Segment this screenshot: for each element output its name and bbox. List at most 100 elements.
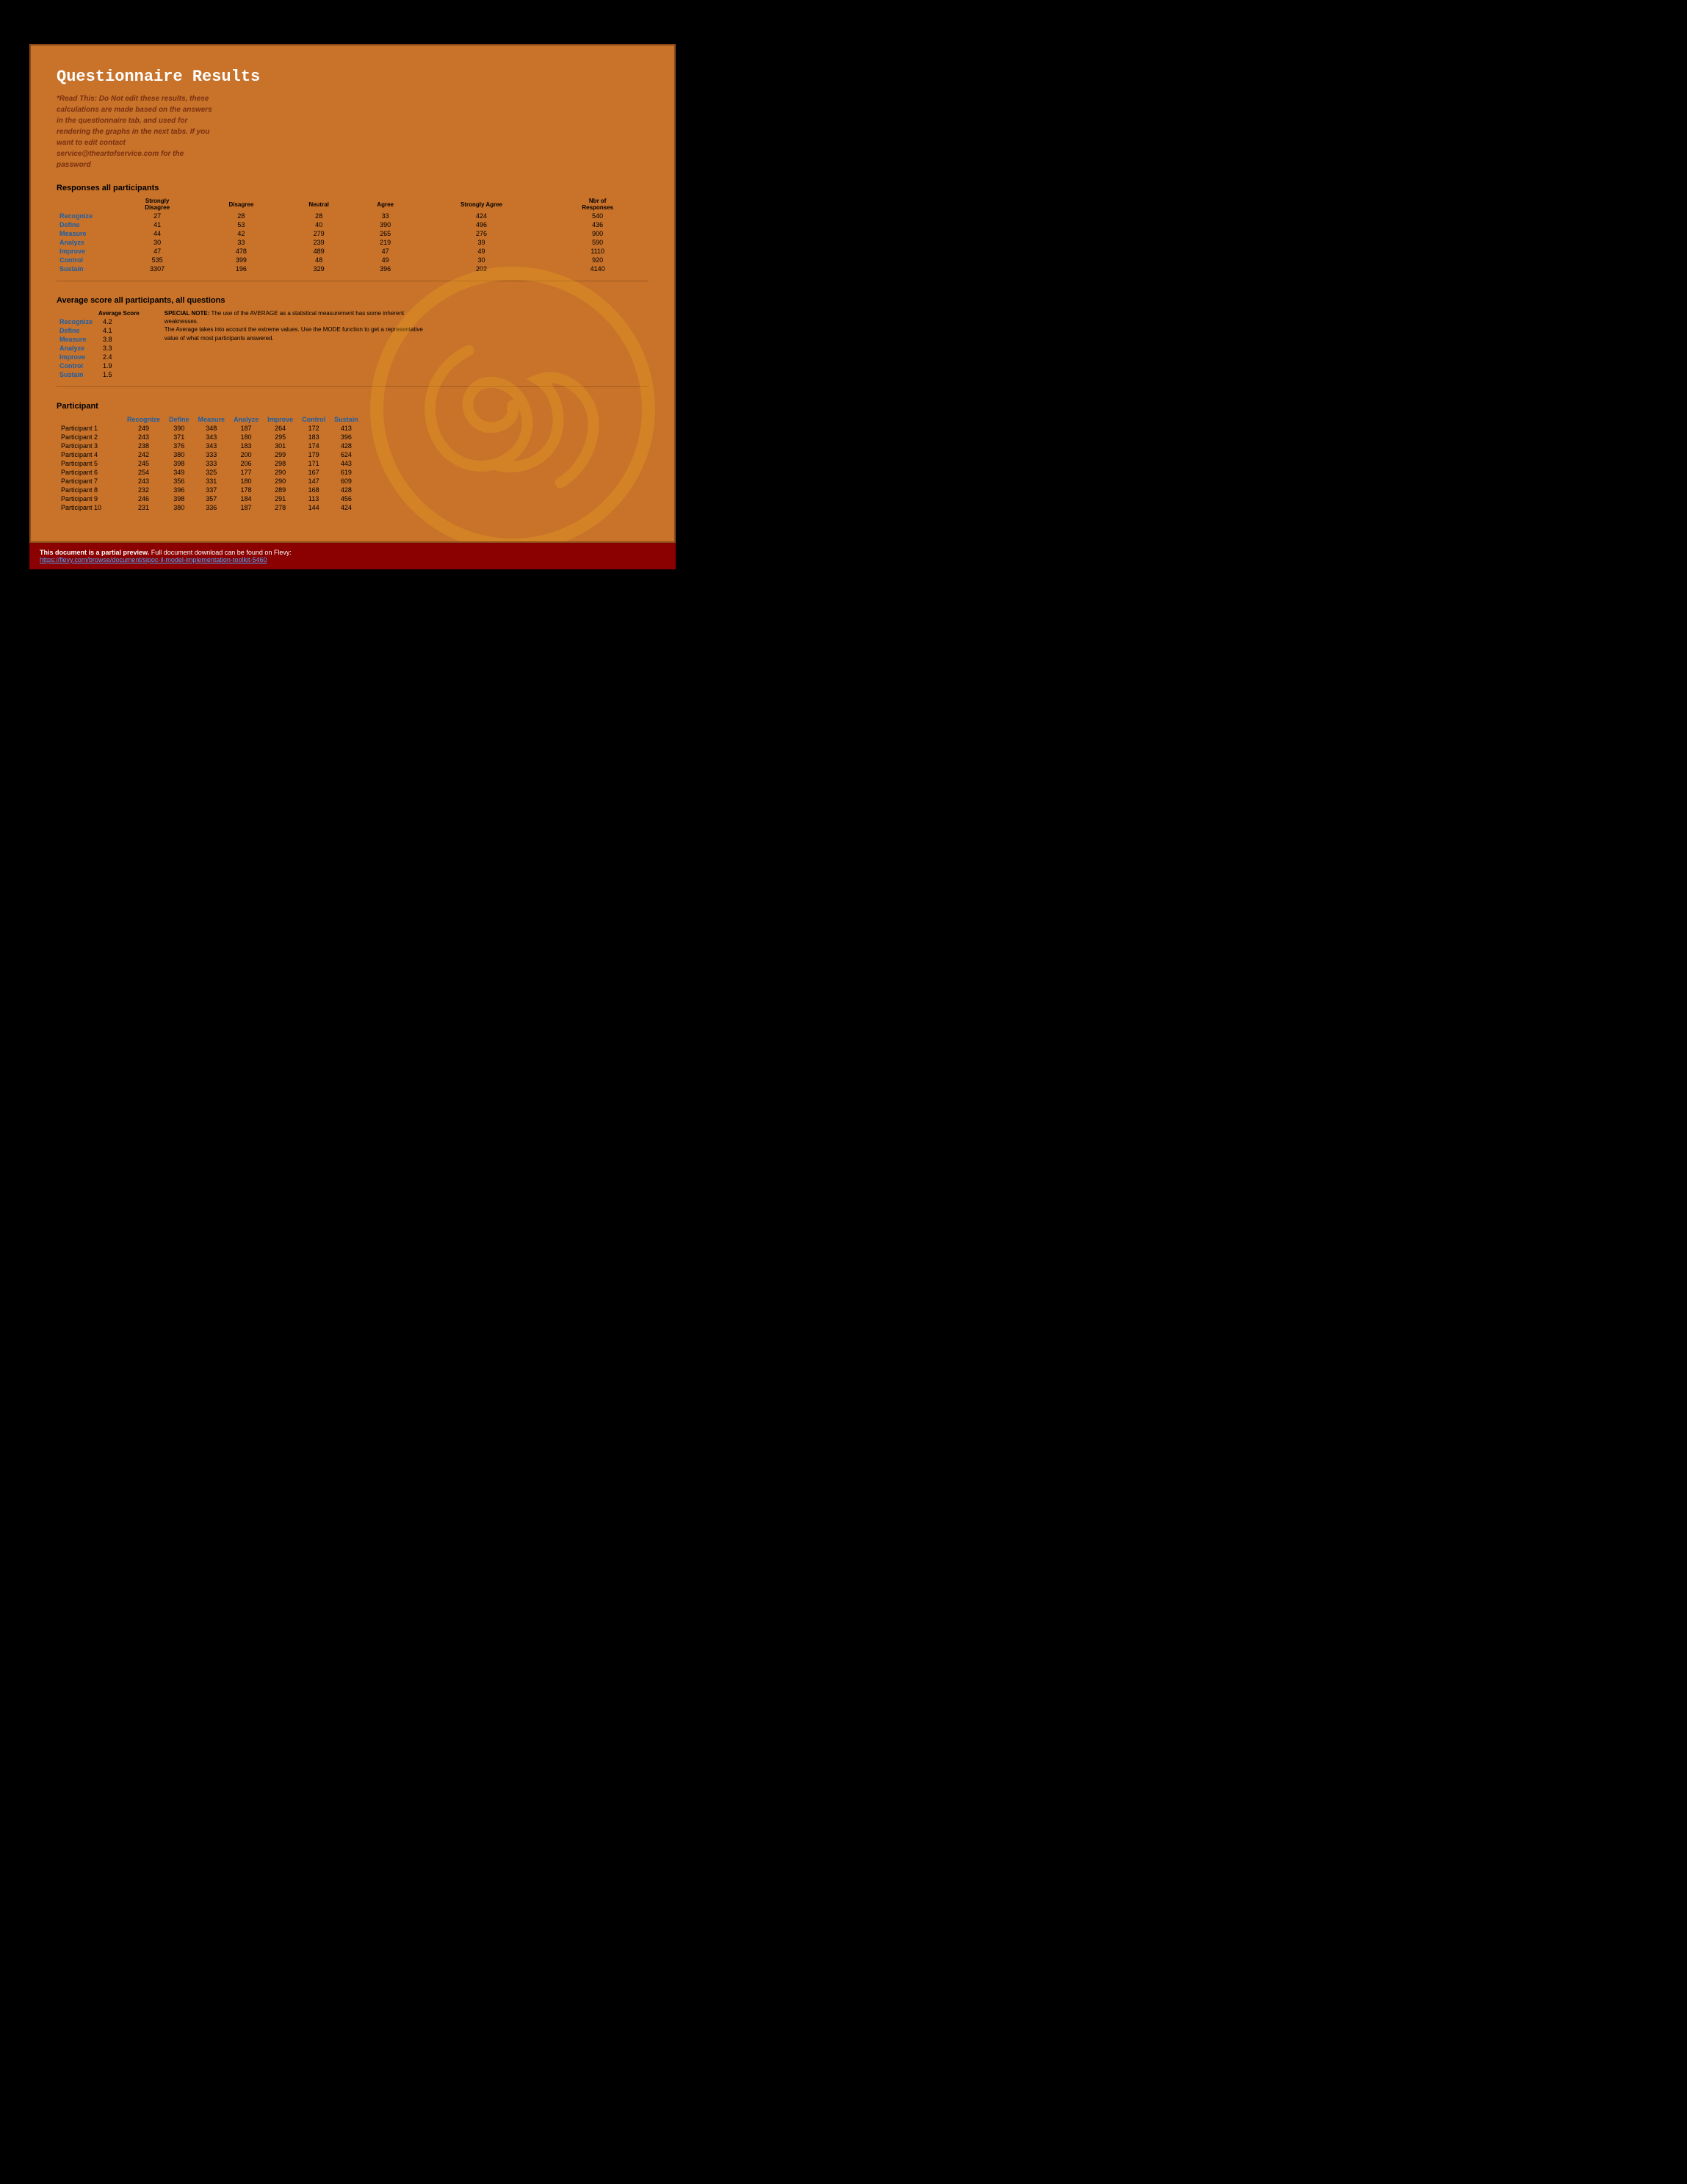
avg-row-label[interactable]: Improve [57,353,95,361]
responses-row-sd: 47 [115,247,199,256]
responses-row-n: 329 [283,264,355,273]
participant-section: Participant Recognize Define Measure Ana… [57,402,649,512]
participant-row-imp: 290 [263,468,297,477]
participant-row-name: Participant 7 [57,477,123,486]
participant-row-imp: 301 [263,442,297,450]
table-row: Participant 2 243 371 343 180 295 183 39… [57,433,363,442]
responses-row-n: 48 [283,256,355,264]
participant-row-imp: 290 [263,477,297,486]
responses-row-a: 265 [355,229,416,238]
participant-row-sus: 624 [330,450,363,459]
footer-link[interactable]: https://flevy.com/browse/document/sipoc-… [40,556,267,563]
participant-row-rec: 232 [123,486,165,494]
participant-row-sus: 428 [330,442,363,450]
responses-row-label[interactable]: Define [57,220,115,229]
avg-row-label[interactable]: Recognize [57,317,95,326]
avg-row-label[interactable]: Define [57,326,95,335]
participant-row-mea: 357 [194,494,230,503]
participant-section-title: Participant [57,402,649,411]
responses-section-title: Responses all participants [57,184,649,192]
responses-row-label[interactable]: Recognize [57,212,115,220]
table-row: Participant 1 249 390 348 187 264 172 41… [57,424,363,433]
participant-row-con: 168 [297,486,330,494]
participant-row-con: 113 [297,494,330,503]
responses-row-sa: 496 [416,220,547,229]
participant-row-con: 183 [297,433,330,442]
participant-row-def: 356 [165,477,194,486]
table-row: Participant 9 246 398 357 184 291 113 45… [57,494,363,503]
participant-table: Recognize Define Measure Analyze Improve… [57,415,363,512]
table-row: Sustain 3307 196 329 396 202 4140 [57,264,649,273]
participant-row-rec: 243 [123,477,165,486]
responses-row-a: 49 [355,256,416,264]
participant-row-imp: 289 [263,486,297,494]
main-card: Questionnaire Results *Read This: Do Not… [29,44,676,543]
special-note-detail: The Average takes into account the extre… [165,326,423,341]
participant-row-def: 371 [165,433,194,442]
participant-row-name: Participant 1 [57,424,123,433]
responses-row-d: 42 [199,229,283,238]
participant-row-mea: 348 [194,424,230,433]
responses-row-a: 219 [355,238,416,247]
responses-row-nbr: 590 [546,238,649,247]
responses-row-sd: 535 [115,256,199,264]
responses-row-a: 396 [355,264,416,273]
footer-full-text: Full document download can be found on F… [151,549,292,556]
responses-col-a: Agree [355,197,416,212]
participant-row-def: 376 [165,442,194,450]
avg-row-label[interactable]: Analyze [57,344,95,353]
responses-col-sa: Strongly Agree [416,197,547,212]
responses-row-d: 399 [199,256,283,264]
responses-row-label[interactable]: Analyze [57,238,115,247]
responses-col-n: Neutral [283,197,355,212]
avg-row-score: 4.1 [95,326,142,335]
avg-row-label[interactable]: Measure [57,335,95,344]
responses-row-nbr: 900 [546,229,649,238]
responses-row-label[interactable]: Control [57,256,115,264]
participant-row-name: Participant 8 [57,486,123,494]
participant-row-con: 167 [297,468,330,477]
participant-row-con: 172 [297,424,330,433]
responses-row-d: 196 [199,264,283,273]
responses-row-d: 478 [199,247,283,256]
avg-row-label[interactable]: Sustain [57,370,95,379]
table-row: Recognize 4.2 [57,317,142,326]
card-subtitle: *Read This: Do Not edit these results, t… [57,93,218,170]
participant-row-rec: 246 [123,494,165,503]
responses-row-label[interactable]: Measure [57,229,115,238]
avg-row-score: 3.3 [95,344,142,353]
participant-row-ana: 184 [229,494,263,503]
avg-row-label[interactable]: Control [57,361,95,370]
responses-row-sa: 30 [416,256,547,264]
participant-row-sus: 424 [330,503,363,512]
participant-row-name: Participant 6 [57,468,123,477]
participant-row-rec: 242 [123,450,165,459]
responses-row-sa: 49 [416,247,547,256]
responses-row-label[interactable]: Sustain [57,264,115,273]
participant-row-ana: 180 [229,433,263,442]
participant-row-mea: 343 [194,442,230,450]
participant-row-name: Participant 2 [57,433,123,442]
participant-col-sus: Sustain [330,415,363,424]
responses-table: StronglyDisagree Disagree Neutral Agree … [57,197,649,273]
participant-row-name: Participant 10 [57,503,123,512]
participant-row-sus: 428 [330,486,363,494]
responses-row-sd: 30 [115,238,199,247]
avg-row-score: 1.5 [95,370,142,379]
participant-row-sus: 443 [330,459,363,468]
participant-row-def: 398 [165,494,194,503]
participant-row-rec: 254 [123,468,165,477]
participant-row-imp: 299 [263,450,297,459]
participant-col-ana: Analyze [229,415,263,424]
responses-row-nbr: 436 [546,220,649,229]
participant-row-sus: 456 [330,494,363,503]
responses-row-nbr: 1110 [546,247,649,256]
participant-row-def: 390 [165,424,194,433]
participant-row-def: 380 [165,503,194,512]
responses-row-label[interactable]: Improve [57,247,115,256]
table-row: Analyze 30 33 239 219 39 590 [57,238,649,247]
responses-row-sa: 202 [416,264,547,273]
table-row: Measure 3.8 [57,335,142,344]
table-row: Control 535 399 48 49 30 920 [57,256,649,264]
participant-row-ana: 178 [229,486,263,494]
